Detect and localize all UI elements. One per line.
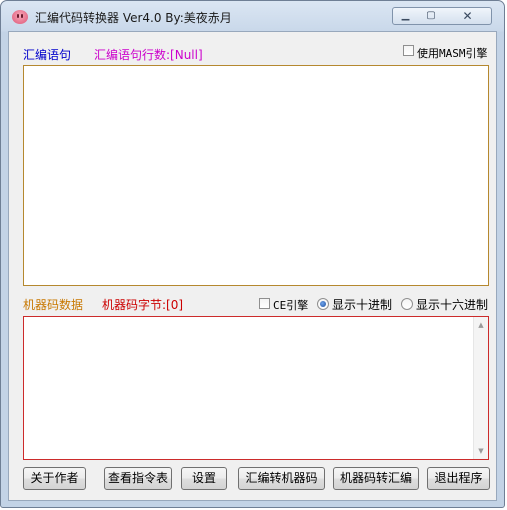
exit-button[interactable]: 退出程序: [427, 467, 490, 490]
hex-radio-label[interactable]: 显示十六进制: [416, 296, 488, 313]
maximize-icon: ▢: [426, 10, 436, 21]
asm-line-count-label: 汇编语句行数:[Null]: [94, 48, 203, 62]
title-bar[interactable]: 汇编代码转换器 Ver4.0 By:美夜赤月 ▁ ▢ ✕: [1, 1, 506, 31]
maximize-button[interactable]: ▢: [418, 7, 445, 25]
machine-to-asm-button[interactable]: 机器码转汇编: [333, 467, 419, 490]
masm-checkbox[interactable]: [403, 45, 414, 56]
minimize-button[interactable]: ▁: [392, 7, 419, 25]
asm-to-machine-button[interactable]: 汇编转机器码: [238, 467, 325, 490]
scroll-up-icon[interactable]: ▲: [474, 318, 488, 332]
machine-code-output[interactable]: ▲ ▼: [23, 316, 489, 460]
close-button[interactable]: ✕: [444, 7, 492, 25]
masm-checkbox-label[interactable]: 使用MASM引擎: [417, 45, 488, 61]
settings-button[interactable]: 设置: [181, 467, 227, 490]
window-title: 汇编代码转换器 Ver4.0 By:美夜赤月: [35, 11, 232, 25]
decimal-radio[interactable]: [317, 298, 329, 310]
asm-input[interactable]: [23, 65, 489, 286]
main-window: 汇编代码转换器 Ver4.0 By:美夜赤月 ▁ ▢ ✕ 汇编语句 汇编语句行数…: [0, 0, 505, 508]
machine-code-label: 机器码数据: [23, 298, 84, 312]
instruction-table-button[interactable]: 查看指令表: [104, 467, 172, 490]
decimal-radio-label[interactable]: 显示十进制: [332, 296, 392, 313]
about-author-button[interactable]: 关于作者: [23, 467, 86, 490]
asm-label: 汇编语句: [23, 48, 72, 62]
machine-code-scrollbar[interactable]: ▲ ▼: [473, 317, 488, 459]
scroll-down-icon[interactable]: ▼: [474, 444, 488, 458]
hex-radio[interactable]: [401, 298, 413, 310]
ce-engine-label[interactable]: CE引擎: [273, 297, 308, 313]
client-area: 汇编语句 汇编语句行数:[Null] 使用MASM引擎 机器码数据 机器码字节:…: [8, 31, 497, 501]
minimize-icon: ▁: [401, 10, 410, 21]
ce-engine-checkbox[interactable]: [259, 298, 270, 309]
close-icon: ✕: [462, 9, 473, 23]
app-icon: [12, 10, 28, 24]
machine-bytes-label: 机器码字节:[0]: [102, 298, 184, 312]
